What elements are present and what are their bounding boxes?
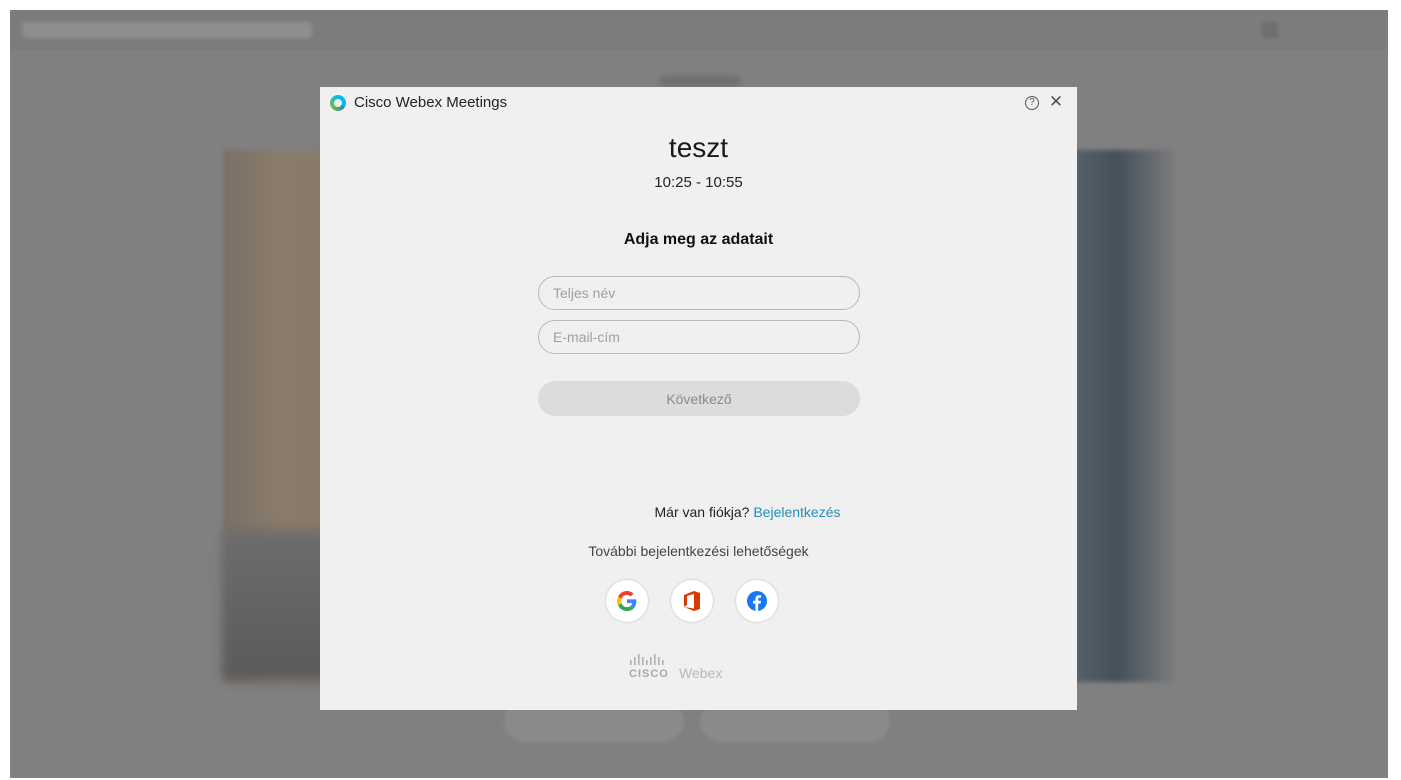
webex-wordmark: Webex (679, 665, 723, 681)
email-input[interactable] (538, 320, 860, 354)
help-icon[interactable]: ? (1025, 96, 1039, 110)
facebook-icon (747, 591, 767, 611)
close-icon[interactable]: ✕ (1047, 92, 1065, 112)
background-title-blurred (22, 22, 312, 38)
next-button[interactable]: Következő (538, 381, 860, 416)
account-question: Már van fiókja? (654, 504, 750, 520)
more-sign-in-options-label: További bejelentkezési lehetőségek (588, 543, 809, 559)
cisco-bars-icon (630, 654, 664, 665)
account-prompt: Már van fiókja? Bejelentkezés (320, 504, 1077, 520)
app-title: Cisco Webex Meetings (354, 94, 508, 111)
background-titlebar (10, 10, 1388, 50)
meeting-title: teszt (668, 132, 729, 163)
background-control-blurred (1262, 22, 1278, 38)
cisco-webex-brand: CISCO Webex (629, 653, 749, 683)
background-header-blurred (660, 76, 740, 86)
join-dialog: Cisco Webex Meetings ? ✕ teszt 10:25 - 1… (320, 87, 1077, 710)
google-sign-in-button[interactable] (606, 580, 648, 622)
form-heading: Adja meg az adatait (623, 231, 774, 248)
facebook-sign-in-button[interactable] (736, 580, 778, 622)
cisco-wordmark: CISCO (629, 668, 669, 680)
office-icon (684, 591, 700, 611)
office-sign-in-button[interactable] (671, 580, 713, 622)
sign-in-link[interactable]: Bejelentkezés (753, 504, 840, 520)
background-video-shade (223, 530, 333, 680)
google-icon (617, 591, 637, 611)
meeting-time: 10:25 - 10:55 (654, 174, 743, 191)
dialog-titlebar: Cisco Webex Meetings ? ✕ (320, 87, 1077, 119)
webex-logo-icon (330, 95, 346, 111)
full-name-input[interactable] (538, 276, 860, 310)
